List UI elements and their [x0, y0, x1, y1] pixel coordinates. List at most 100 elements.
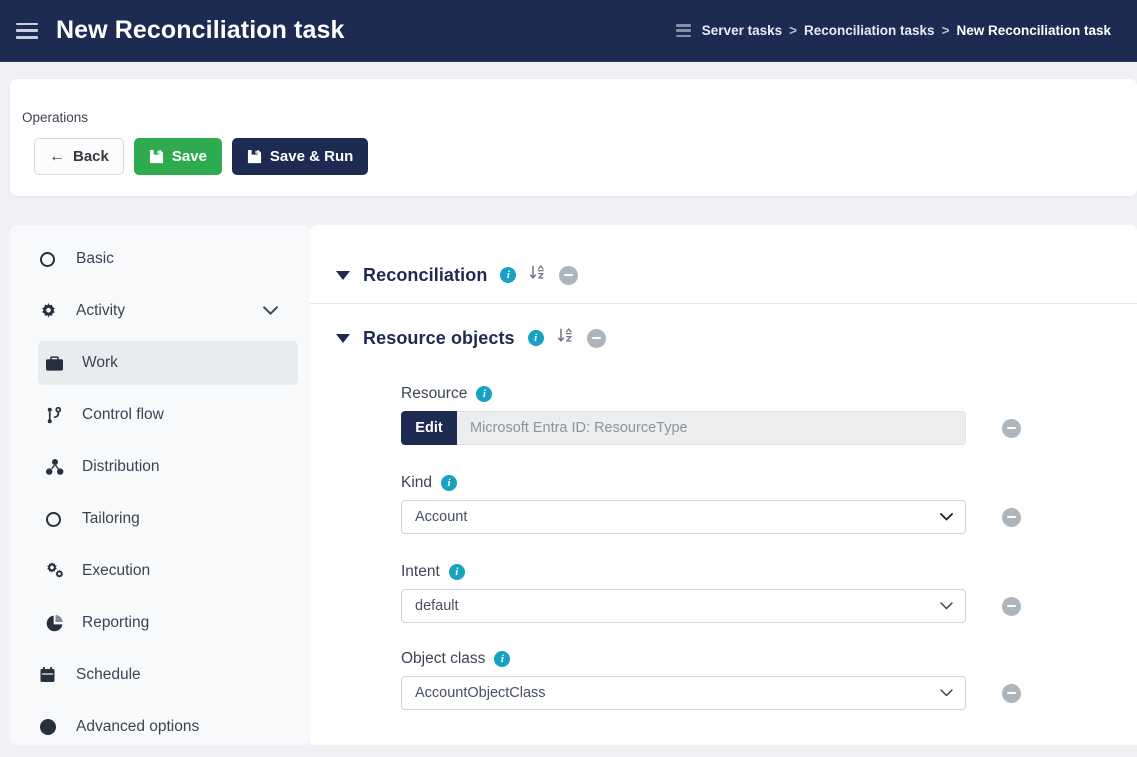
sidebar-item-execution[interactable]: Execution: [38, 549, 298, 593]
sidebar-item-label: Advanced options: [76, 718, 200, 735]
sidebar-item-work[interactable]: Work: [38, 341, 298, 385]
info-icon[interactable]: i: [476, 386, 493, 402]
sort-alpha-down-icon[interactable]: [557, 327, 574, 349]
sidebar-item-basic[interactable]: Basic: [22, 237, 298, 281]
gear-icon: [40, 302, 66, 320]
arrow-left-icon: ←: [49, 147, 65, 165]
object-class-select[interactable]: AccountObjectClass: [401, 676, 966, 710]
save-and-run-button[interactable]: Save & Run: [231, 138, 369, 175]
sidebar-item-advanced-options[interactable]: Advanced options: [22, 705, 298, 749]
app-header: New Reconciliation task Server tasks > R…: [0, 0, 1137, 62]
branch-icon: [46, 406, 72, 424]
floppy-disk-icon: [149, 149, 164, 164]
floppy-disk-icon: [247, 149, 262, 164]
sidebar-item-activity[interactable]: Activity: [22, 289, 298, 333]
info-icon[interactable]: i: [527, 330, 544, 346]
save-button-label: Save: [171, 148, 207, 165]
field-control-row: AccountObjectClass: [401, 676, 1021, 710]
minus-circle-icon[interactable]: [586, 328, 606, 348]
back-button-label: Back: [73, 148, 109, 165]
section-header-resource-objects: Resource objects i: [336, 325, 606, 351]
sidebar-item-label: Activity: [76, 302, 126, 319]
intent-select[interactable]: default: [401, 589, 966, 623]
field-label: Resource: [401, 385, 468, 402]
sidebar-item-label: Control flow: [82, 406, 164, 423]
sidebar-item-label: Basic: [76, 250, 114, 267]
sidebar-item-schedule[interactable]: Schedule: [22, 653, 298, 697]
chevron-down-icon: [940, 598, 953, 614]
chevron-down-icon[interactable]: [263, 302, 278, 320]
minus-circle-icon[interactable]: [1002, 507, 1021, 527]
chevron-down-icon: [940, 685, 953, 701]
hamburger-icon[interactable]: [16, 22, 38, 39]
section-title: Reconciliation: [363, 264, 488, 285]
field-kind: Kind i Account: [401, 474, 1021, 534]
section-title: Resource objects: [363, 327, 515, 348]
info-icon[interactable]: i: [448, 564, 465, 580]
minus-circle-icon[interactable]: [559, 265, 579, 285]
sidebar-item-distribution[interactable]: Distribution: [38, 445, 298, 489]
caret-down-icon[interactable]: [336, 270, 350, 280]
minus-circle-icon[interactable]: [1002, 596, 1021, 616]
info-icon[interactable]: i: [494, 651, 511, 667]
section-header-reconciliation: Reconciliation i: [336, 262, 579, 288]
field-control-row: Account: [401, 500, 1021, 534]
back-button[interactable]: ← Back: [34, 138, 124, 175]
field-label-row: Object class i: [401, 650, 1021, 668]
edit-button[interactable]: Edit: [401, 411, 457, 445]
save-and-run-button-label: Save & Run: [269, 148, 354, 165]
object-class-select-value: AccountObjectClass: [415, 685, 546, 701]
breadcrumb-item-reconciliation-tasks[interactable]: Reconciliation tasks: [804, 23, 935, 38]
save-button[interactable]: Save: [133, 138, 222, 175]
pie-chart-icon: [46, 614, 72, 632]
breadcrumb-item-current: New Reconciliation task: [956, 23, 1111, 38]
operations-label: Operations: [22, 110, 89, 125]
calendar-icon: [40, 667, 66, 683]
sidebar-item-label: Tailoring: [82, 510, 140, 527]
gears-icon: [46, 562, 72, 580]
sidebar-item-control-flow[interactable]: Control flow: [38, 393, 298, 437]
list-icon: [675, 24, 691, 37]
resource-edit-group: Edit Microsoft Entra ID: ResourceType: [401, 411, 966, 445]
sidebar-panel: Basic Activity Work Control flow Distrib…: [10, 225, 310, 745]
info-icon[interactable]: i: [441, 475, 458, 491]
sidebar-item-reporting[interactable]: Reporting: [38, 601, 298, 645]
field-control-row: Edit Microsoft Entra ID: ResourceType: [401, 411, 1021, 445]
breadcrumb: Server tasks > Reconciliation tasks > Ne…: [675, 23, 1111, 38]
kind-select-value: Account: [415, 509, 468, 525]
breadcrumb-separator: >: [789, 23, 798, 38]
breadcrumb-separator: >: [941, 23, 950, 38]
sidebar-item-label: Schedule: [76, 666, 141, 683]
nodes-icon: [46, 459, 72, 475]
resource-value[interactable]: Microsoft Entra ID: ResourceType: [457, 411, 966, 445]
sidebar-item-tailoring[interactable]: Tailoring: [38, 497, 298, 541]
intent-select-value: default: [415, 598, 459, 614]
sort-alpha-down-icon[interactable]: [529, 264, 546, 286]
field-intent: Intent i default: [401, 563, 1021, 623]
caret-down-icon[interactable]: [336, 333, 350, 343]
chevron-down-icon: [940, 509, 953, 525]
sidebar-item-label: Reporting: [82, 614, 150, 631]
sidebar-menu: Basic Activity Work Control flow Distrib…: [10, 225, 310, 757]
sidebar-item-label: Execution: [82, 562, 151, 579]
section-divider: [310, 303, 1137, 304]
briefcase-icon: [46, 355, 72, 371]
sidebar-item-label: Distribution: [82, 458, 160, 475]
field-label: Intent: [401, 563, 440, 580]
circle-outline-icon: [40, 251, 66, 267]
operations-toolbar: ← Back Save Save & Run: [34, 138, 369, 175]
minus-circle-icon[interactable]: [1002, 683, 1021, 703]
page-title: New Reconciliation task: [56, 16, 345, 44]
kind-select[interactable]: Account: [401, 500, 966, 534]
field-label: Kind: [401, 474, 433, 491]
breadcrumb-item-server-tasks[interactable]: Server tasks: [702, 23, 782, 38]
minus-circle-icon[interactable]: [1002, 418, 1021, 438]
field-resource: Resource i Edit Microsoft Entra ID: Reso…: [401, 385, 1021, 445]
info-icon[interactable]: i: [500, 267, 517, 283]
field-label-row: Intent i: [401, 563, 1021, 581]
field-label-row: Resource i: [401, 385, 1021, 403]
field-label: Object class: [401, 650, 486, 667]
circle-outline-icon: [46, 511, 72, 527]
field-control-row: default: [401, 589, 1021, 623]
sidebar-item-label: Work: [82, 354, 118, 371]
